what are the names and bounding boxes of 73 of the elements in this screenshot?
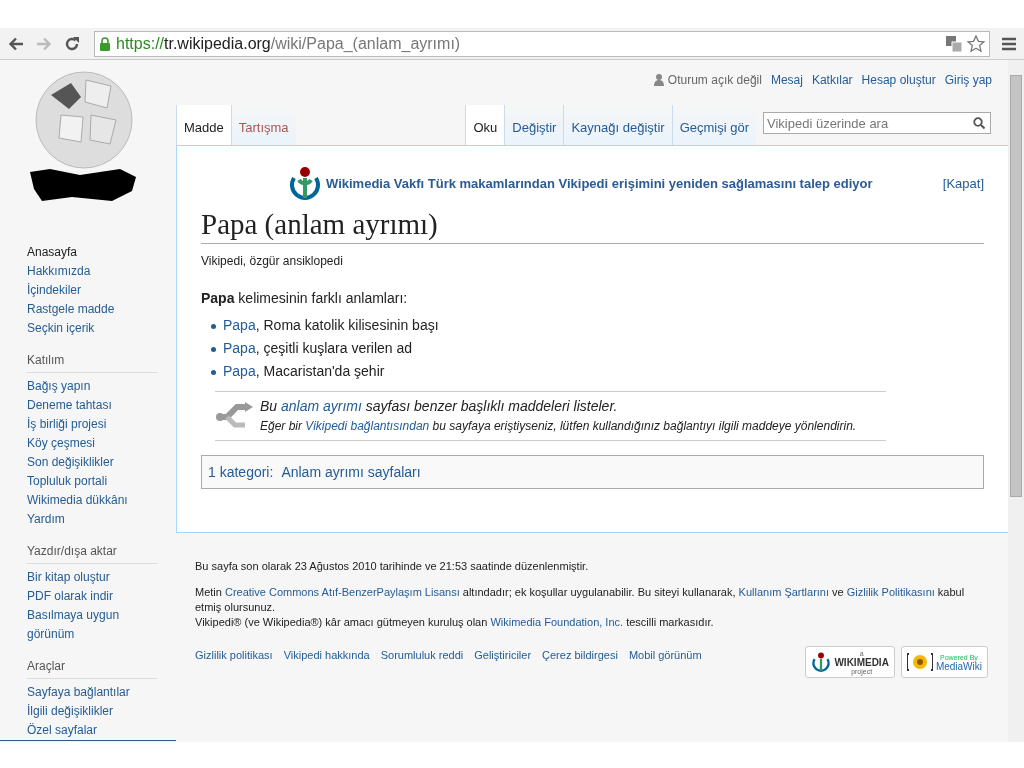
- license-text: Metin Creative Commons Atıf-BenzerPaylaşım Lisansı altındadır; ek koşullar uygulanabilir. Bu siteyi kullanarak, Kullanım Şartlarını ve Gizlilik Politikasını kabul etmiş olursunuz.: [195, 585, 966, 615]
- sidebar-heading: Katılım: [27, 352, 157, 373]
- user-icon: [653, 74, 664, 86]
- sidebar-link[interactable]: İlgili değişiklikler: [27, 702, 157, 721]
- footer-link[interactable]: Gizlilik politikası: [195, 649, 273, 661]
- sidebar-link[interactable]: Basılmaya uygun görünüm: [27, 606, 157, 644]
- sidebar-link[interactable]: Topluluk portali: [27, 472, 157, 491]
- branching-arrow-icon: [215, 401, 255, 431]
- personal-link[interactable]: Mesaj: [770, 73, 803, 87]
- personal-link[interactable]: Katkılar: [811, 73, 853, 87]
- inline-link[interactable]: Vikipedi bağlantısından: [305, 419, 430, 433]
- wikimedia-logo-icon: [289, 166, 321, 200]
- article-link[interactable]: Papa: [223, 363, 256, 379]
- footer-link[interactable]: Vikipedi hakkında: [283, 649, 370, 661]
- inline-link[interactable]: anlam ayrımı: [281, 398, 362, 414]
- trademark-text: Vikipedi® (ve Wikipedia®) kâr amacı gütmeyen kuruluş olan Wikimedia Foundation, Inc. tescilli markasıdır.: [195, 615, 715, 630]
- sidebar-link[interactable]: Deneme tahtası: [27, 396, 157, 415]
- back-icon[interactable]: [8, 36, 24, 51]
- footer-inline-link[interactable]: Creative Commons Atıf-BenzerPaylaşım Lisansı: [224, 586, 460, 598]
- sidebar-link[interactable]: Anasayfa: [27, 243, 176, 262]
- footer-inline-link[interactable]: Wikimedia Foundation, Inc.: [490, 616, 624, 628]
- category-link[interactable]: Anlam ayrımı sayfaları: [281, 464, 421, 480]
- sidebar-link[interactable]: Wikimedia dükkânı: [27, 491, 157, 510]
- sidebar-link[interactable]: Sayfaya bağlantılar: [27, 683, 157, 702]
- article-link[interactable]: Papa: [223, 340, 256, 356]
- personal-link[interactable]: Hesap oluştur: [861, 73, 936, 87]
- article-link[interactable]: Papa: [223, 317, 256, 333]
- search-field[interactable]: Vikipedi üzerinde ara: [763, 112, 991, 134]
- close-link[interactable]: [Kapat]: [942, 175, 984, 191]
- footer-inline-link[interactable]: Kullanım Şartlarını: [738, 586, 830, 598]
- sidebar-link[interactable]: İçindekiler: [27, 281, 176, 300]
- sidebar-link[interactable]: Rastgele madde: [27, 300, 176, 319]
- category-label-link[interactable]: 1 kategori:: [208, 464, 274, 480]
- star-icon[interactable]: [967, 34, 985, 53]
- footer-inline-link[interactable]: Gizlilik Politikasını: [846, 586, 935, 598]
- footer-link[interactable]: Çerez bildirgesi: [542, 649, 618, 661]
- sidebar-link[interactable]: Bir kitap oluştur: [27, 568, 157, 587]
- address-bar[interactable]: https://tr.wikipedia.org/wiki/Papa_(anlam_ayrımı): [94, 30, 990, 57]
- url-text: https://tr.wikipedia.org/wiki/Papa_(anlam_ayrımı): [116, 34, 461, 53]
- menu-icon[interactable]: [1002, 36, 1016, 51]
- notice-text: Eğer bir Vikipedi bağlantısından bu sayfaya eriştiyseniz, lütfen kullandığınız bağlantıyı ilgili maddeye yönlendirin.: [260, 418, 857, 435]
- sidebar-link[interactable]: Son değişiklikler: [27, 453, 157, 472]
- reload-icon[interactable]: [64, 35, 80, 52]
- sidebar-link[interactable]: Özel sayfalar: [27, 721, 157, 740]
- footer-link[interactable]: Geliştiriciler: [474, 649, 532, 661]
- banner-link[interactable]: Wikimedia Vakfı Türk makamlarından Vikipedi erişimini yeniden sağlamasını talep ediyor: [326, 175, 873, 191]
- sidebar-heading: Araçlar: [27, 658, 157, 679]
- tab[interactable]: Geçmişi gör: [671, 105, 756, 145]
- sidebar-link[interactable]: İş birliği projesi: [27, 415, 157, 434]
- tab[interactable]: Madde: [176, 105, 231, 145]
- footer-link[interactable]: Mobil görünüm: [628, 649, 702, 661]
- sidebar-link[interactable]: PDF olarak indir: [27, 587, 157, 606]
- tab[interactable]: Oku: [465, 105, 505, 145]
- intro-text: Papa kelimesinin farklı anlamları:: [201, 290, 409, 306]
- footer-link[interactable]: Sorumluluk reddi: [380, 649, 464, 661]
- tab[interactable]: Değiştir: [504, 105, 564, 145]
- sidebar-link[interactable]: Yardım: [27, 510, 157, 529]
- search-icon[interactable]: [973, 117, 985, 129]
- tab[interactable]: Kaynağı değiştir: [563, 105, 672, 145]
- tagline: Vikipedi, özgür ansiklopedi: [201, 254, 344, 268]
- lock-icon: [99, 36, 111, 51]
- sidebar-link[interactable]: Seçkin içerik: [27, 319, 176, 338]
- sidebar-heading: Yazdır/dışa aktar: [27, 543, 157, 564]
- sidebar-link[interactable]: Hakkımızda: [27, 262, 176, 281]
- login-status: Oturum açık değil: [667, 73, 762, 87]
- page-title: Papa (anlam ayrımı): [201, 206, 984, 244]
- last-modified-text: Bu sayfa son olarak 23 Ağustos 2010 tarihinde ve 21:53 saatinde düzenlenmiştir.: [195, 559, 590, 574]
- personal-link[interactable]: Giriş yap: [944, 73, 992, 87]
- scrollbar[interactable]: [1008, 60, 1024, 742]
- sidebar-link[interactable]: Köy çeşmesi: [27, 434, 157, 453]
- notice-text: Bu anlam ayrımı sayfası benzer başlıklı maddeleri listeler.: [260, 397, 619, 416]
- tab[interactable]: Tartışma: [230, 105, 296, 145]
- sidebar-link[interactable]: Bağış yapın: [27, 377, 157, 396]
